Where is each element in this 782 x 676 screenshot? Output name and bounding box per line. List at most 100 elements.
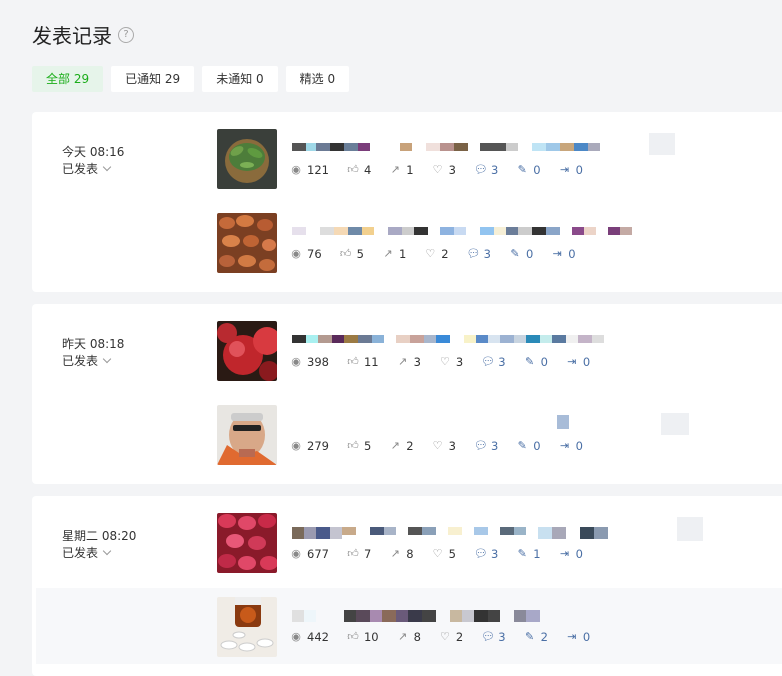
export-count[interactable]: ⇥ 0 [559,439,583,453]
export-icon: ⇥ [559,439,570,452]
wow-count: ♡ 3 [439,355,464,369]
article-stats: ◉ 76 👍︎ 5 ↗ 1 ♡ 2 💬︎ 3 ✎ 0 ⇥ 0 [290,247,594,261]
like-count: 👍︎ 7 [347,547,372,561]
share-count: ↗ 1 [383,247,407,261]
article-thumbnail[interactable] [217,129,277,189]
heart-icon: ♡ [432,547,443,560]
publish-status-label: 已发表 [62,354,99,368]
heart-icon: ♡ [432,439,443,452]
comment-count[interactable]: 💬︎ 3 [481,630,505,644]
like-count: 👍︎ 11 [347,355,379,369]
article-stats: ◉ 121 👍︎ 4 ↗ 1 ♡ 3 💬︎ 3 ✎ 0 ⇥ 0 [290,163,601,177]
article-item[interactable]: ◉ 121 👍︎ 4 ↗ 1 ♡ 3 💬︎ 3 ✎ 0 ⇥ 0 [217,129,782,191]
wow-count: ♡ 3 [432,163,456,177]
publish-group: 今天 08:16 已发表 ◉ 121 👍︎ 4 ↗ 1 ♡ 3 💬︎ 3 ✎ 0 ⇥ 0 ◉ 7… [32,112,782,292]
export-icon: ⇥ [567,355,577,368]
edit-count[interactable]: ✎ 0 [516,439,541,453]
share-icon: ↗ [397,630,408,643]
publish-status-label: 已发表 [62,546,99,560]
share-icon: ↗ [390,439,400,452]
eye-icon: ◉ [291,355,301,368]
pen-icon: ✎ [517,163,527,176]
article-title[interactable] [292,335,672,345]
pen-icon: ✎ [517,439,527,452]
wow-count: ♡ 5 [432,547,456,561]
article-title[interactable] [292,610,672,622]
share-icon: ↗ [390,163,400,176]
edit-count[interactable]: ✎ 0 [524,355,548,369]
page-title-text: 发表记录 [32,24,112,48]
blurred-area [677,517,703,541]
publish-time: 今天 08:16 [62,145,125,159]
eye-icon: ◉ [291,247,301,260]
export-count[interactable]: ⇥ 0 [559,547,583,561]
blurred-area [661,413,689,435]
export-count[interactable]: ⇥ 0 [566,355,590,369]
share-count: ↗ 2 [390,439,414,453]
comment-count[interactable]: 💬︎ 3 [474,163,498,177]
article-item[interactable]: ◉ 76 👍︎ 5 ↗ 1 ♡ 2 💬︎ 3 ✎ 0 ⇥ 0 [217,213,782,275]
filter-tab-all[interactable]: 全部 29 [32,66,104,92]
eye-icon: ◉ [291,163,301,176]
filter-tab-featured[interactable]: 精选 0 [285,66,350,92]
filter-tab-notified[interactable]: 已通知 29 [111,66,195,92]
edit-count[interactable]: ✎ 0 [516,163,541,177]
heart-icon: ♡ [425,247,436,260]
comment-count[interactable]: 💬︎ 3 [474,547,498,561]
share-icon: ↗ [397,355,408,368]
share-count: ↗ 3 [397,355,421,369]
question-circle-icon[interactable]: ? [118,26,134,43]
wow-count: ♡ 3 [432,439,456,453]
publish-group: 昨天 08:18 已发表 ◉ 398 👍︎ 11 ↗ 3 ♡ 3 💬︎ 3 ✎ 0 ⇥ 0 ◉… [32,304,782,484]
article-thumbnail[interactable] [217,321,277,381]
like-count: 👍︎ 4 [347,163,372,177]
export-count[interactable]: ⇥ 0 [559,163,583,177]
edit-count[interactable]: ✎ 1 [516,547,541,561]
article-thumbnail[interactable] [217,213,277,273]
thumbs-up-icon: 👍︎ [347,163,359,176]
article-thumbnail[interactable] [217,597,277,657]
pen-icon: ✎ [524,355,535,368]
article-item[interactable]: ◉ 677 👍︎ 7 ↗ 8 ♡ 5 💬︎ 3 ✎ 1 ⇥ 0 [217,513,782,575]
export-icon: ⇥ [552,247,562,260]
export-count[interactable]: ⇥ 0 [551,247,576,261]
share-count: ↗ 8 [397,630,421,644]
like-count: 👍︎ 5 [347,439,372,453]
article-title[interactable] [292,527,672,539]
read-count: ◉ 398 [291,355,329,369]
comment-icon: 💬︎ [473,547,488,560]
chevron-down-icon [102,162,112,172]
publish-status-dropdown[interactable]: 已发表 [62,160,112,177]
comment-icon: 💬︎ [473,439,488,452]
article-title[interactable] [292,415,672,429]
comment-icon: 💬︎ [466,247,481,260]
comment-icon: 💬︎ [481,355,496,368]
edit-count[interactable]: ✎ 0 [509,247,533,261]
filter-tab-not-notified[interactable]: 未通知 0 [202,66,278,92]
share-icon: ↗ [390,547,400,560]
article-title[interactable] [292,227,672,237]
edit-count[interactable]: ✎ 2 [524,630,548,644]
article-item[interactable]: ◉ 279 👍︎ 5 ↗ 2 ♡ 3 💬︎ 3 ✎ 0 ⇥ 0 [217,405,782,467]
article-item[interactable]: ◉ 398 👍︎ 11 ↗ 3 ♡ 3 💬︎ 3 ✎ 0 ⇥ 0 [217,321,782,383]
comment-count[interactable]: 💬︎ 3 [467,247,491,261]
export-count[interactable]: ⇥ 0 [566,630,590,644]
read-count: ◉ 279 [291,439,329,453]
blurred-area [649,133,675,155]
article-thumbnail[interactable] [217,405,277,465]
publish-status-dropdown[interactable]: 已发表 [62,544,112,561]
like-count: 👍︎ 10 [347,630,379,644]
publish-status-dropdown[interactable]: 已发表 [62,352,112,369]
publish-group: 星期二 08:20 已发表 ◉ 677 👍︎ 7 ↗ 8 ♡ 5 💬︎ 3 ✎ 1 ⇥ 0 ◉… [32,496,782,676]
read-count: ◉ 677 [291,547,329,561]
comment-count[interactable]: 💬︎ 3 [481,355,505,369]
article-thumbnail[interactable] [217,513,277,573]
share-icon: ↗ [383,247,393,260]
article-title[interactable] [292,143,672,153]
comment-count[interactable]: 💬︎ 3 [474,439,498,453]
page-title: 发表记录 ? [32,20,134,49]
article-stats: ◉ 398 👍︎ 11 ↗ 3 ♡ 3 💬︎ 3 ✎ 0 ⇥ 0 [290,355,608,369]
article-item-hovered[interactable]: ◉ 442 👍︎ 10 ↗ 8 ♡ 2 💬︎ 3 ✎ 2 ⇥ 0 [36,588,782,664]
heart-icon: ♡ [439,630,450,643]
chevron-down-icon [102,546,112,556]
